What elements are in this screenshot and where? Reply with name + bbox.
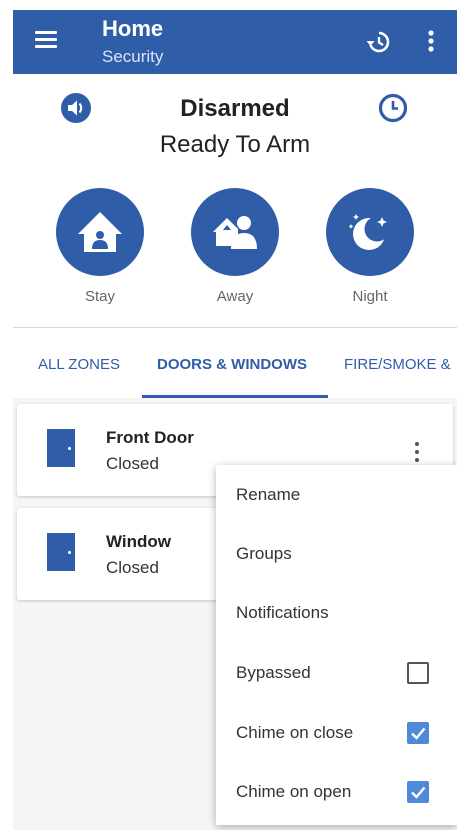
menu-item-rename[interactable]: Rename	[216, 465, 457, 524]
clock-icon[interactable]	[377, 92, 409, 124]
arm-night-label: Night	[352, 288, 388, 305]
tab-all-zones[interactable]: ALL ZONES	[38, 356, 120, 373]
menu-item-label: Groups	[236, 544, 292, 563]
chime-on-close-checkbox[interactable]	[407, 722, 429, 744]
menu-item-notifications[interactable]: Notifications	[216, 583, 457, 642]
menu-item-label: Chime on close	[236, 723, 354, 742]
away-users-icon	[213, 216, 257, 249]
menu-icon[interactable]	[35, 31, 57, 49]
arm-status-subtitle: Ready To Arm	[159, 131, 311, 158]
more-vert-icon[interactable]	[427, 29, 435, 53]
menu-item-label: Rename	[236, 485, 301, 504]
door-icon	[47, 533, 75, 571]
checkmark-icon	[411, 727, 426, 740]
arm-away-label: Away	[216, 288, 254, 305]
menu-item-chime-on-close[interactable]: Chime on close	[216, 703, 457, 762]
door-icon	[47, 429, 75, 467]
page-subtitle: Security	[102, 47, 164, 66]
chime-on-open-checkbox[interactable]	[407, 781, 429, 803]
arm-stay-button[interactable]: Stay	[55, 188, 145, 305]
menu-item-label: Notifications	[236, 603, 329, 622]
bypassed-checkbox[interactable]	[407, 662, 429, 684]
menu-item-label: Bypassed	[236, 663, 311, 682]
menu-item-bypassed[interactable]: Bypassed	[216, 643, 457, 702]
menu-item-label: Chime on open	[236, 782, 352, 801]
app-bar: Home Security	[13, 10, 457, 74]
zone-options-menu: Rename Groups Notifications Bypassed Chi…	[216, 465, 457, 825]
history-icon[interactable]	[365, 29, 391, 55]
tab-doors-windows[interactable]: DOORS & WINDOWS	[157, 356, 307, 373]
more-vert-icon[interactable]	[415, 442, 421, 464]
page-title: Home	[102, 16, 164, 41]
section-divider	[13, 327, 457, 328]
arm-stay-label: Stay	[84, 288, 115, 305]
zone-state: Closed	[106, 454, 159, 473]
menu-item-chime-on-open[interactable]: Chime on open	[216, 762, 457, 821]
night-moon-icon	[348, 214, 390, 250]
zone-name: Window	[106, 532, 171, 551]
tab-fire-smoke[interactable]: FIRE/SMOKE &	[344, 356, 451, 373]
zone-name: Front Door	[106, 428, 194, 447]
menu-item-groups[interactable]: Groups	[216, 524, 457, 583]
stay-home-icon	[78, 212, 122, 252]
arm-away-button[interactable]: Away	[190, 188, 280, 305]
checkmark-icon	[411, 786, 426, 799]
arm-night-button[interactable]: Night	[325, 188, 415, 305]
zone-state: Closed	[106, 558, 159, 577]
zone-tabs: ALL ZONES DOORS & WINDOWS FIRE/SMOKE &	[13, 340, 457, 398]
